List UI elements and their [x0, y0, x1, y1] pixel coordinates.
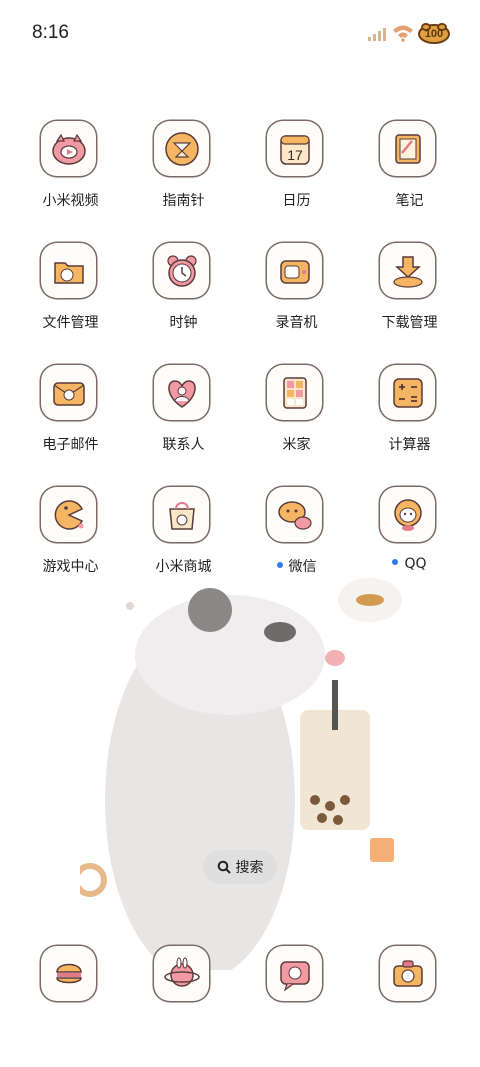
app-label: 指南针 [162, 193, 205, 209]
app-label: 游戏中心 [42, 559, 99, 575]
battery-indicator: 100 [418, 22, 450, 50]
app-label: 联系人 [162, 437, 205, 453]
planet-bunny-icon [163, 957, 200, 987]
folder-icon [53, 261, 84, 284]
app-compass[interactable]: 指南针 [127, 115, 240, 209]
mijia-icon [282, 376, 307, 409]
calendar-day: 17 [287, 147, 303, 163]
app-label: 电子邮件 [42, 437, 99, 453]
app-contacts[interactable]: 联系人 [127, 359, 240, 453]
app-xiaomi-video[interactable]: 小米视频 [14, 115, 127, 209]
new-indicator-dot [276, 562, 283, 568]
app-label: 计算器 [388, 437, 431, 453]
dock-app-3[interactable] [240, 940, 353, 1030]
app-mijia[interactable]: 米家 [240, 359, 353, 453]
battery-level: 100 [424, 28, 444, 40]
camera-icon [392, 959, 423, 987]
mi-store-icon [168, 501, 195, 530]
wechat-icon [277, 500, 312, 530]
download-icon [392, 255, 423, 288]
wifi-icon [393, 25, 413, 42]
search-button[interactable]: 搜索 [203, 850, 277, 884]
notes-icon [394, 133, 421, 164]
app-clock[interactable]: 时钟 [127, 237, 240, 331]
app-file-manager[interactable]: 文件管理 [14, 237, 127, 331]
alarm-clock-icon [166, 254, 197, 287]
app-game-center[interactable]: 游戏中心 [14, 481, 127, 575]
app-label: 文件管理 [42, 315, 99, 331]
app-label: 米家 [282, 437, 311, 453]
mail-icon [52, 381, 85, 406]
app-label: 小米商城 [155, 559, 212, 575]
app-wechat[interactable]: 微信 [240, 481, 353, 575]
app-label: 日历 [282, 193, 311, 209]
recorder-icon [279, 259, 310, 284]
app-label: 下载管理 [381, 315, 438, 331]
app-email[interactable]: 电子邮件 [14, 359, 127, 453]
dock-app-1[interactable] [14, 940, 127, 1030]
app-qq[interactable]: QQ [353, 481, 466, 572]
app-notes[interactable]: 笔记 [353, 115, 466, 209]
wallpaper-opossum-illustration [80, 578, 402, 970]
burger-phone-icon [55, 963, 82, 983]
xiaomi-video-icon [51, 133, 86, 165]
signal-icon [368, 28, 386, 41]
app-calculator[interactable]: 计算器 [353, 359, 466, 453]
app-label: 小米视频 [42, 193, 99, 209]
calendar-icon: 17 [279, 134, 310, 165]
app-label: QQ [353, 556, 466, 572]
search-icon [217, 860, 231, 874]
app-label: 时钟 [169, 315, 198, 331]
search-label: 搜索 [235, 860, 264, 876]
qq-icon [393, 498, 422, 531]
new-indicator-dot [392, 559, 399, 565]
calculator-icon [392, 377, 423, 408]
app-mi-store[interactable]: 小米商城 [127, 481, 240, 575]
cat-message-icon [279, 960, 310, 992]
compass-icon [164, 131, 199, 166]
status-time: 8:16 [32, 22, 69, 43]
app-calendar[interactable]: 17 日历 [240, 115, 353, 209]
dock-app-4[interactable] [353, 940, 466, 1030]
game-center-icon [54, 499, 83, 530]
app-downloads[interactable]: 下载管理 [353, 237, 466, 331]
app-label: 录音机 [275, 315, 318, 331]
contacts-icon [167, 379, 196, 408]
app-label: 微信 [240, 556, 353, 576]
dock-app-2[interactable] [127, 940, 240, 1030]
app-label: 笔记 [395, 193, 424, 209]
app-recorder[interactable]: 录音机 [240, 237, 353, 331]
status-bar: 8:16 100 [0, 0, 480, 70]
